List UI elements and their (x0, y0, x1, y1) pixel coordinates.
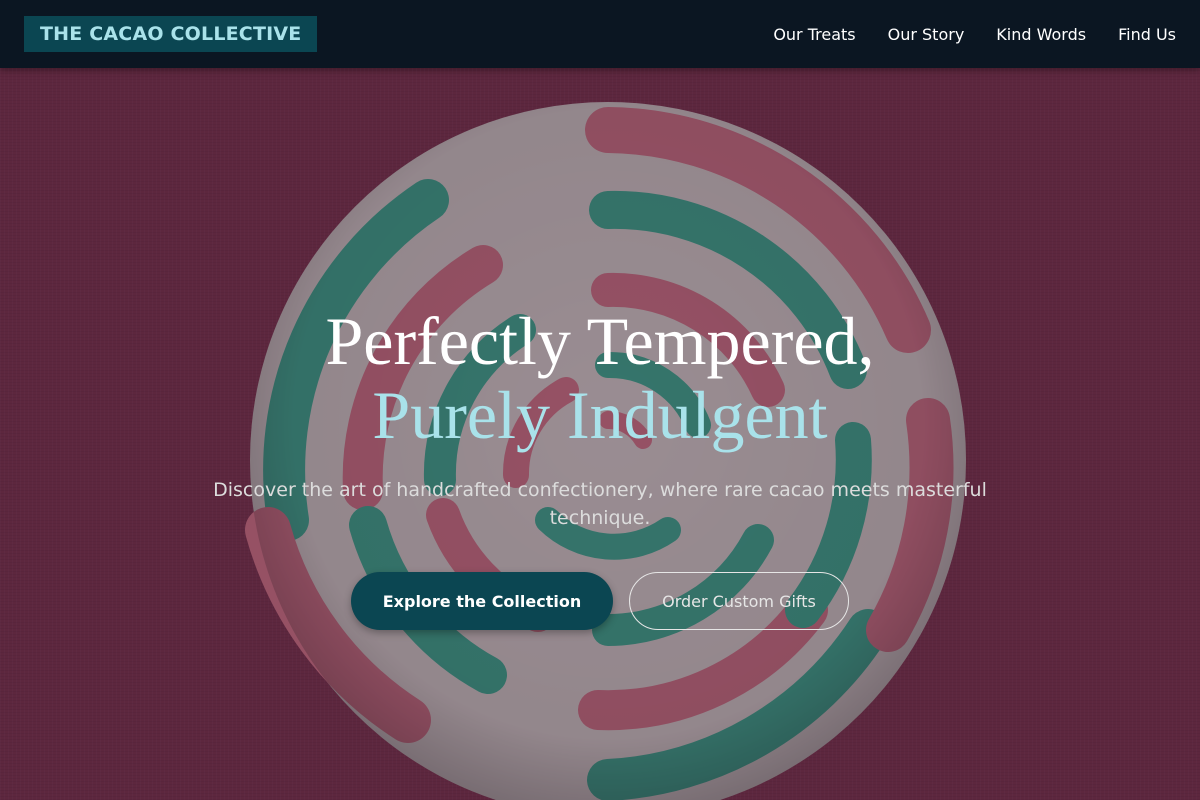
nav-links: Our Treats Our Story Kind Words Find Us (741, 0, 1176, 68)
brand-logo[interactable]: THE CACAO COLLECTIVE (24, 16, 318, 52)
hero-section: Perfectly Tempered, Purely Indulgent Dis… (0, 68, 1200, 800)
order-custom-gifts-button[interactable]: Order Custom Gifts (629, 572, 849, 630)
hero-subtitle: Discover the art of handcrafted confecti… (213, 479, 987, 529)
hero-title-line2: Purely Indulgent (372, 377, 828, 453)
nav-link-kind-words[interactable]: Kind Words (996, 25, 1086, 44)
nav-link-our-story[interactable]: Our Story (888, 25, 965, 44)
nav-link-find-us[interactable]: Find Us (1118, 25, 1176, 44)
hero-title-line1: Perfectly Tempered, (325, 303, 875, 379)
hero-title: Perfectly Tempered, Purely Indulgent (0, 304, 1200, 452)
nav-link-our-treats[interactable]: Our Treats (773, 25, 855, 44)
explore-collection-button[interactable]: Explore the Collection (351, 572, 613, 630)
top-navbar: THE CACAO COLLECTIVE Our Treats Our Stor… (0, 0, 1200, 68)
